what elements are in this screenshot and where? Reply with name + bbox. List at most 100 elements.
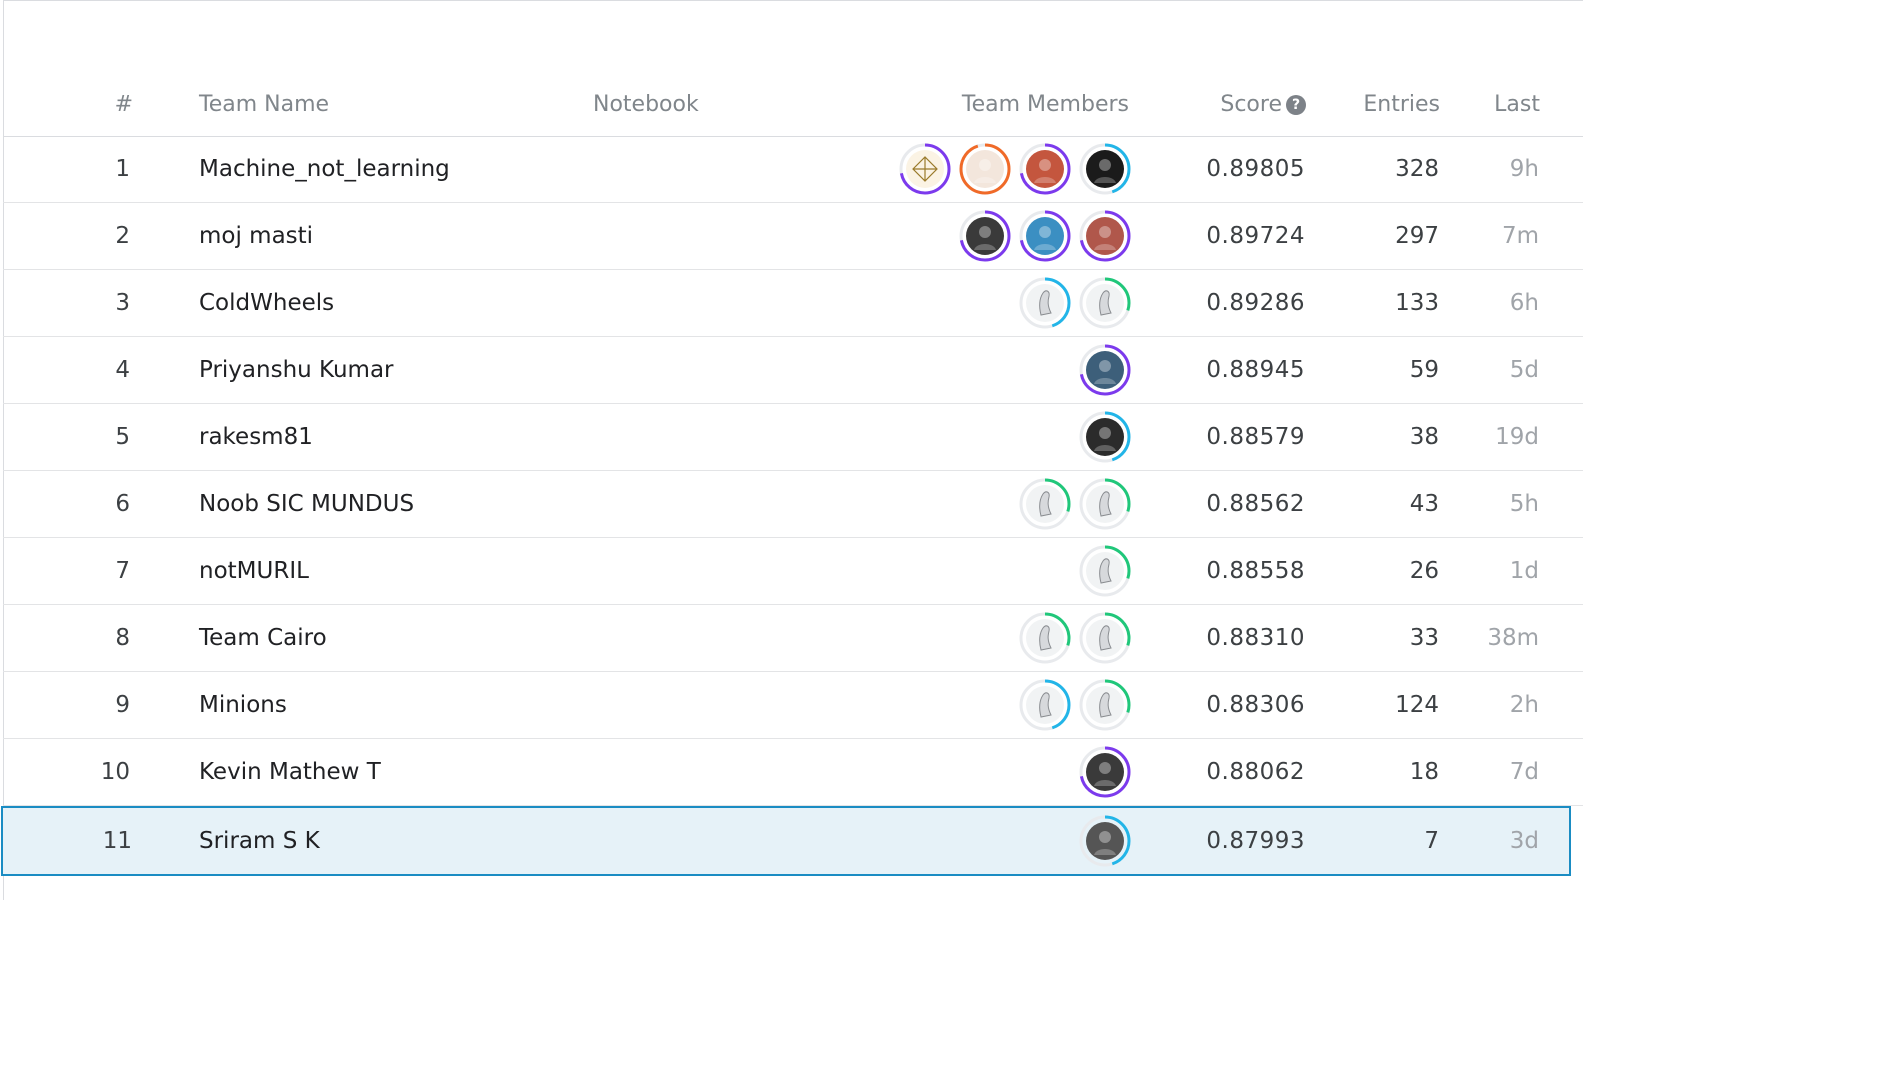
entries-count: 124 [1395,692,1439,718]
team-name[interactable]: Minions [199,672,287,738]
column-header-rank[interactable]: # [3,92,133,117]
team-members [863,808,1131,874]
team-members [863,203,1131,269]
team-name[interactable]: ColdWheels [199,270,334,336]
team-name[interactable]: notMURIL [199,538,309,604]
score-value: 0.87993 [1206,828,1305,854]
column-header-score-label: Score [1220,92,1282,117]
team-name[interactable]: Priyanshu Kumar [199,337,394,403]
leaderboard-row[interactable]: 9 Minions 0.88306 124 2h [3,672,1583,739]
score-value: 0.89286 [1206,290,1305,316]
rank-number: 4 [115,357,130,383]
default-goose-avatar-icon[interactable] [1079,478,1131,530]
column-header-entries[interactable]: Entries [1333,92,1440,117]
leaderboard-row[interactable]: 5 rakesm81 0.88579 38 19d [3,404,1583,471]
bw-photo-avatar-icon[interactable] [1079,815,1131,867]
team-name[interactable]: moj masti [199,203,313,269]
photo-avatar-icon[interactable] [1079,210,1131,262]
rank-number: 10 [100,759,130,785]
rank-number: 9 [115,692,130,718]
photo-avatar-icon[interactable] [1079,746,1131,798]
last-submission-time: 19d [1495,424,1539,450]
leaderboard-row[interactable]: 8 Team Cairo 0.88310 33 38m [3,605,1583,672]
column-header-score[interactable]: Score? [1173,92,1306,117]
team-members [863,739,1131,805]
entries-count: 328 [1395,156,1439,182]
last-submission-time: 5h [1509,491,1539,517]
column-header-team-members[interactable]: Team Members [893,92,1129,117]
team-name[interactable]: Team Cairo [199,605,327,671]
member-avatars [1079,746,1131,798]
default-goose-avatar-icon[interactable] [1019,478,1071,530]
column-header-last[interactable]: Last [1463,92,1540,117]
default-goose-avatar-icon[interactable] [1079,612,1131,664]
team-name[interactable]: Noob SIC MUNDUS [199,471,414,537]
last-submission-time: 2h [1509,692,1539,718]
last-submission-time: 7d [1509,759,1539,785]
team-members [863,404,1131,470]
default-goose-avatar-icon[interactable] [1019,679,1071,731]
score-value: 0.88562 [1206,491,1305,517]
team-name[interactable]: rakesm81 [199,404,313,470]
dark-logo-avatar-icon[interactable] [1079,143,1131,195]
column-header-team-name[interactable]: Team Name [199,92,329,117]
last-submission-time: 9h [1509,156,1539,182]
wireframe-avatar-icon[interactable] [899,143,951,195]
last-submission-time: 1d [1509,558,1539,584]
leaderboard-row[interactable]: 1 Machine_not_learning 0.89805 328 9h [3,136,1583,203]
rank-number: 11 [102,828,132,854]
rank-number: 7 [115,558,130,584]
default-goose-avatar-icon[interactable] [1019,612,1071,664]
leaderboard-row[interactable]: 4 Priyanshu Kumar 0.88945 59 5d [3,337,1583,404]
score-value: 0.88310 [1206,625,1305,651]
entries-count: 38 [1409,424,1439,450]
entries-count: 33 [1409,625,1439,651]
anime-avatar-icon[interactable] [1019,143,1071,195]
rank-number: 3 [115,290,130,316]
member-avatars [1019,679,1131,731]
member-avatars [1019,612,1131,664]
score-value: 0.88558 [1206,558,1305,584]
last-submission-time: 38m [1487,625,1539,651]
entries-count: 26 [1409,558,1439,584]
team-name[interactable]: Machine_not_learning [199,136,450,202]
column-header-notebook[interactable]: Notebook [593,92,699,117]
photo-avatar-icon[interactable] [959,210,1011,262]
leaderboard-row[interactable]: 3 ColdWheels 0.89286 133 6h [3,270,1583,337]
team-name[interactable]: Kevin Mathew T [199,739,381,805]
team-members [863,136,1131,202]
rank-number: 5 [115,424,130,450]
photo-avatar-icon[interactable] [1019,210,1071,262]
entries-count: 7 [1424,828,1439,854]
default-goose-avatar-icon[interactable] [1019,277,1071,329]
default-goose-avatar-icon[interactable] [1079,545,1131,597]
member-avatars [1079,545,1131,597]
help-circle-icon[interactable]: ? [1286,95,1306,115]
cartoon-glasses-avatar-icon[interactable] [1079,344,1131,396]
score-value: 0.89724 [1206,223,1305,249]
team-members [863,270,1131,336]
entries-count: 18 [1409,759,1439,785]
default-goose-avatar-icon[interactable] [1079,679,1131,731]
leaderboard-row[interactable]: 10 Kevin Mathew T 0.88062 18 7d [3,739,1583,806]
leaderboard-row[interactable]: 11 Sriram S K 0.87993 7 3d [1,806,1571,876]
last-submission-time: 7m [1501,223,1539,249]
score-value: 0.88579 [1206,424,1305,450]
leaderboard-row[interactable]: 2 moj masti 0.89724 297 7m [3,203,1583,270]
score-value: 0.88945 [1206,357,1305,383]
member-avatars [1019,478,1131,530]
leaderboard-row[interactable]: 7 notMURIL 0.88558 26 1d [3,538,1583,605]
rank-number: 6 [115,491,130,517]
leaderboard-rows: 1 Machine_not_learning 0.89805 328 9h 2 moj ma… [1,136,1583,876]
cartoon-man-avatar-icon[interactable] [959,143,1011,195]
member-avatars [899,143,1131,195]
rank-number: 1 [115,156,130,182]
score-value: 0.89805 [1206,156,1305,182]
team-name[interactable]: Sriram S K [199,808,320,874]
default-goose-avatar-icon[interactable] [1079,277,1131,329]
member-avatars [1079,815,1131,867]
silhouette-avatar-icon[interactable] [1079,411,1131,463]
leaderboard-row[interactable]: 6 Noob SIC MUNDUS 0.88562 43 5h [3,471,1583,538]
entries-count: 43 [1409,491,1439,517]
last-submission-time: 3d [1509,828,1539,854]
